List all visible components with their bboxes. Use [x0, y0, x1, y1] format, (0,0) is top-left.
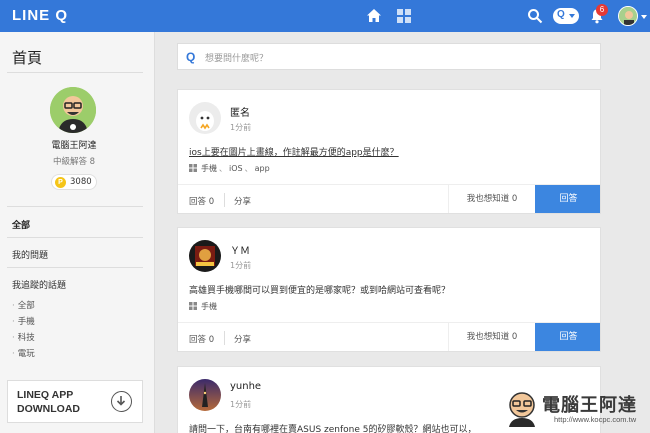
sidebar-topic-tech[interactable]: 科技: [12, 331, 35, 343]
q-logo-icon: Q: [186, 50, 196, 64]
site-watermark: 電腦王阿達 http://www.kocpc.com.tw: [498, 385, 648, 431]
sidebar-item-all[interactable]: 全部: [12, 218, 30, 231]
watermark-url: http://www.kocpc.com.tw: [554, 415, 637, 424]
question-card: 匿名 1分前 ios上要在圖片上畫線，作註解最方便的app是什麼？ 手機、 iOS…: [177, 89, 601, 214]
share-button[interactable]: 分享: [234, 333, 251, 345]
tag-phone[interactable]: 手機: [201, 164, 217, 173]
question-link[interactable]: ios上要在圖片上畫線，作註解最方便的app是什麼？: [189, 145, 399, 158]
answer-count[interactable]: 回答 0: [189, 333, 214, 345]
answer-count[interactable]: 回答 0: [189, 195, 214, 207]
tag-list: 手機、 iOS、 app: [189, 163, 270, 174]
points-badge: P 3080: [51, 174, 97, 190]
divider: [224, 331, 225, 345]
divider: [7, 267, 143, 268]
question-card: ＹＭ 1分前 高雄買手機哪間可以買到便宜的是哪家呢？或到哈網站可查看呢？ 手機 …: [177, 227, 601, 352]
want-to-know-button[interactable]: 我也想知道 0: [448, 185, 535, 213]
category-grid-icon: [189, 164, 197, 172]
coin-icon: P: [55, 177, 66, 188]
sidebar-topic-all[interactable]: 全部: [12, 299, 35, 311]
post-author[interactable]: yunhe: [230, 381, 261, 392]
q-menu-button[interactable]: Q: [553, 8, 579, 24]
home-icon[interactable]: [365, 7, 383, 25]
download-icon: [111, 391, 132, 412]
sidebar-item-followed-topics[interactable]: 我追蹤的話題: [12, 278, 66, 291]
search-input[interactable]: Q 想要問什麼呢？: [177, 43, 601, 70]
question-link[interactable]: 請問一下，台南有哪裡在賣ASUS zenfone 5的矽膠軟殼？網站也可以，: [189, 422, 477, 433]
profile-name[interactable]: 電腦王阿達: [0, 138, 148, 151]
search-icon[interactable]: [527, 8, 543, 24]
sidebar-topic-games[interactable]: 電玩: [12, 347, 35, 359]
post-author[interactable]: 匿名: [230, 104, 250, 119]
chevron-down-icon: [569, 14, 575, 18]
sidebar: 首頁 電腦王阿達 中級解答 8 P 3080 全部 我的問題 我追蹤的話題 全部…: [0, 32, 155, 433]
app-download-label: LINEQ APP DOWNLOAD: [17, 389, 80, 415]
watermark-text: 電腦王阿達: [542, 395, 637, 416]
divider: [7, 237, 143, 238]
post-time: 1分前: [230, 400, 252, 409]
card-actions: 回答 0 分享 我也想知道 0 回答: [178, 322, 600, 351]
anonymous-avatar[interactable]: [189, 102, 221, 134]
q-menu-label: Q: [557, 9, 565, 20]
post-time: 1分前: [230, 261, 252, 270]
app-logo[interactable]: LINE Q: [12, 7, 68, 24]
category-grid-icon: [189, 302, 197, 310]
user-avatar[interactable]: [189, 379, 221, 411]
post-author[interactable]: ＹＭ: [230, 242, 250, 257]
profile-level: 中級解答 8: [52, 157, 96, 167]
notification-count-badge: 6: [596, 4, 608, 16]
divider: [7, 72, 143, 73]
points-value: 3080: [70, 177, 92, 187]
user-avatar[interactable]: [189, 240, 221, 272]
tag-list: 手機: [189, 301, 217, 312]
divider: [7, 206, 143, 207]
sidebar-item-my-questions[interactable]: 我的問題: [12, 248, 48, 261]
want-to-know-button[interactable]: 我也想知道 0: [448, 323, 535, 351]
tag-app[interactable]: app: [255, 164, 270, 173]
mascot-logo-icon: [509, 392, 535, 427]
answer-button[interactable]: 回答: [535, 323, 600, 351]
tag-phone[interactable]: 手機: [201, 302, 217, 311]
categories-grid-icon[interactable]: [396, 8, 412, 24]
answer-button[interactable]: 回答: [535, 185, 600, 213]
page-title: 首頁: [12, 49, 43, 67]
share-button[interactable]: 分享: [234, 195, 251, 207]
divider: [224, 193, 225, 207]
search-placeholder: 想要問什麼呢？: [205, 54, 269, 64]
card-actions: 回答 0 分享 我也想知道 0 回答: [178, 184, 600, 213]
post-time: 1分前: [230, 123, 252, 132]
user-avatar-icon[interactable]: [618, 6, 638, 26]
sidebar-topic-phone[interactable]: 手機: [12, 315, 35, 327]
profile-avatar[interactable]: [50, 87, 96, 133]
app-download-button[interactable]: LINEQ APP DOWNLOAD: [7, 380, 143, 423]
question-link[interactable]: 高雄買手機哪間可以買到便宜的是哪家呢？或到哈網站可查看呢？: [189, 283, 450, 296]
top-navigation-bar: LINE Q Q 6: [0, 0, 650, 32]
tag-ios[interactable]: iOS: [229, 164, 243, 173]
avatar-menu-chevron-icon[interactable]: [641, 15, 647, 19]
